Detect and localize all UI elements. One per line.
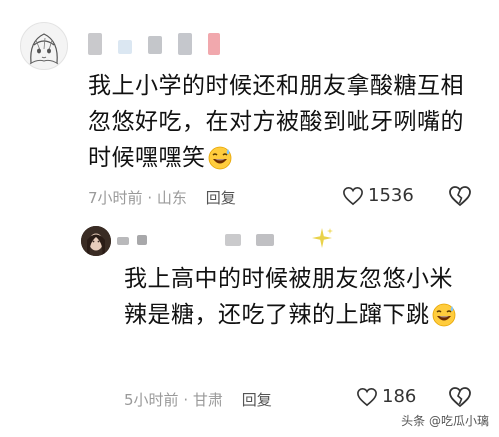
comment-time: 7小时前 <box>88 189 143 207</box>
comment-body: 我上小学的时候还和朋友拿酸糖互相忽悠好吃，在对方被酸到呲牙咧嘴的时候嘿嘿笑 <box>88 73 464 171</box>
like-button[interactable]: 1536 <box>342 185 414 206</box>
watermark: 头条 @吃瓜小璃 <box>401 414 489 428</box>
sparkle-icon <box>312 228 333 248</box>
like-button[interactable]: 186 <box>356 386 416 407</box>
comment-location: 山东 <box>156 189 187 207</box>
anime-girl-avatar-icon <box>29 33 59 65</box>
laughing-sweat-emoji <box>208 146 231 170</box>
dislike-button[interactable] <box>448 185 472 211</box>
heart-icon <box>357 387 377 406</box>
blur-block <box>118 40 132 54</box>
user-avatar[interactable] <box>20 22 68 70</box>
blur-block <box>225 234 241 246</box>
user-avatar[interactable] <box>81 226 111 256</box>
comment-location: 甘肃 <box>192 391 223 409</box>
blur-block <box>148 36 162 54</box>
meta-separator: · <box>147 189 153 207</box>
comment-time: 5小时前 <box>124 391 179 409</box>
laughing-sweat-emoji <box>432 303 455 327</box>
meta-separator: · <box>183 391 189 409</box>
broken-heart-icon <box>449 387 471 408</box>
blur-block <box>178 33 192 55</box>
dislike-button[interactable] <box>448 386 472 412</box>
comment-body: 我上高中的时候被朋友忽悠小米辣是糖，还吃了辣的上蹿下跳 <box>124 266 453 328</box>
comment-meta: 7小时前 · 山东 回复 <box>88 187 236 208</box>
blur-block <box>137 235 147 245</box>
blur-block <box>256 234 274 246</box>
reply-button[interactable]: 回复 <box>206 189 236 207</box>
comment-text: 我上高中的时候被朋友忽悠小米辣是糖，还吃了辣的上蹿下跳 <box>124 261 464 333</box>
blur-block <box>208 33 220 55</box>
broken-heart-icon <box>449 186 471 207</box>
girl-photo-avatar-icon <box>81 226 111 256</box>
reply-button[interactable]: 回复 <box>242 391 272 409</box>
comment-text: 我上小学的时候还和朋友拿酸糖互相忽悠好吃，在对方被酸到呲牙咧嘴的时候嘿嘿笑 <box>88 68 483 176</box>
like-count: 186 <box>382 386 417 407</box>
blur-block <box>117 237 129 245</box>
like-count: 1536 <box>368 185 414 206</box>
heart-icon <box>343 186 363 205</box>
blur-block <box>88 33 102 55</box>
comment-thread: 我上小学的时候还和朋友拿酸糖互相忽悠好吃，在对方被酸到呲牙咧嘴的时候嘿嘿笑 7小… <box>0 0 499 437</box>
comment-meta: 5小时前 · 甘肃 回复 <box>124 389 272 410</box>
